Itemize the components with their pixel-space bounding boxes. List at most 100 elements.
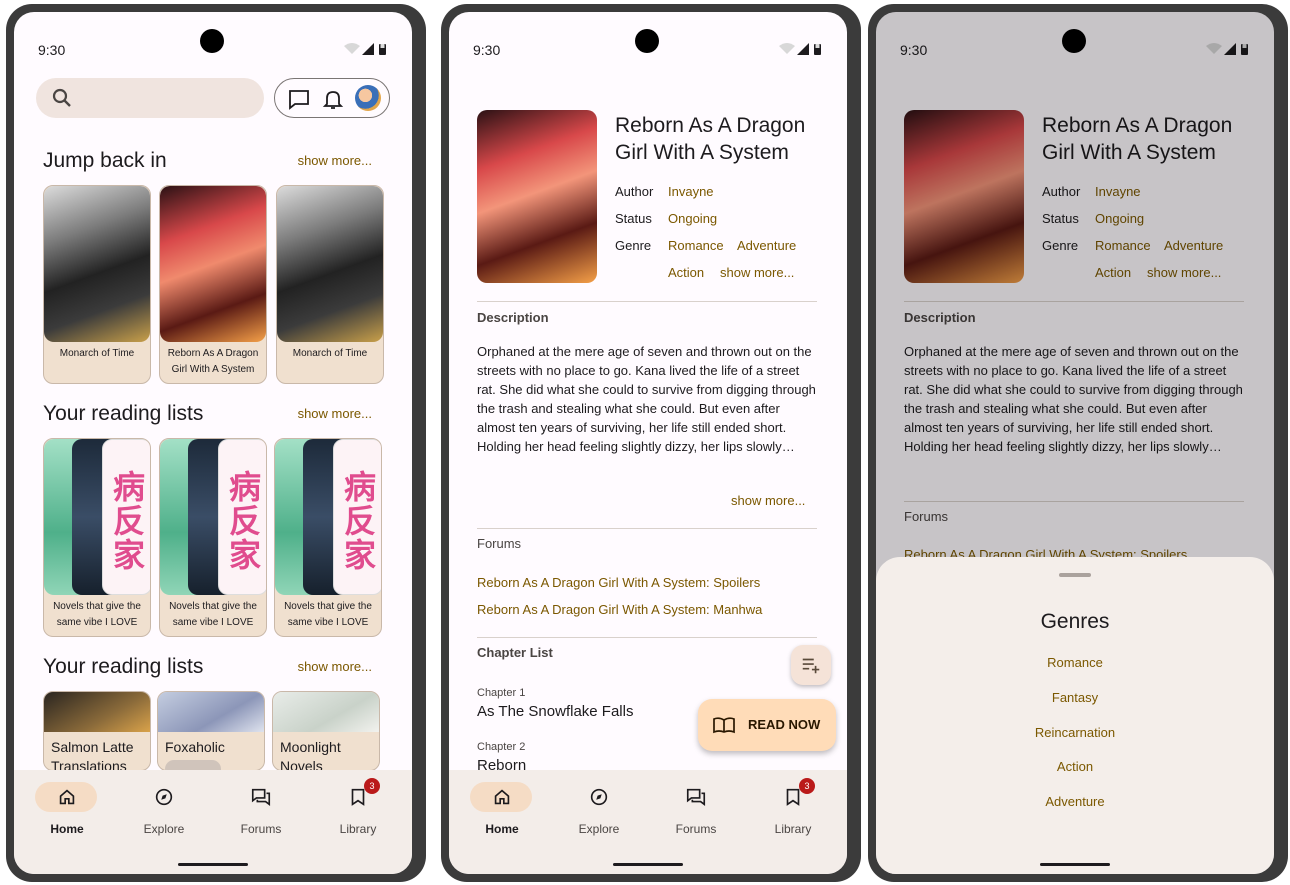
nav-library[interactable]: 3 Library (753, 778, 833, 842)
genre-chip-romance[interactable]: Romance (668, 238, 724, 253)
book-card[interactable]: Monarch of Time (276, 185, 384, 384)
divider (477, 637, 817, 638)
drag-handle[interactable] (1059, 573, 1091, 577)
bottom-navigation: Home Explore Forums 3 Library (14, 770, 412, 874)
divider (477, 528, 817, 529)
description-show-more-link[interactable]: show more... (731, 493, 805, 508)
status-bar: 9:30 (14, 12, 412, 72)
reading-list-caption: Novels that give the same vibe I LOVE (53, 601, 141, 628)
search-bar[interactable] (36, 78, 264, 118)
genre-option[interactable]: Fantasy (876, 690, 1274, 705)
nav-label: Home (50, 822, 84, 836)
read-now-button[interactable]: READ NOW (698, 699, 836, 751)
camera-cutout (200, 29, 224, 53)
forums-heading: Forums (477, 536, 522, 551)
nav-forums[interactable]: Forums (221, 782, 301, 842)
nav-home[interactable]: Home (462, 782, 542, 842)
nav-label: Forums (675, 822, 717, 836)
open-book-icon (713, 717, 735, 734)
jump-back-show-more-link[interactable]: show more... (298, 153, 372, 168)
book-cover (160, 186, 266, 342)
book-caption: Monarch of Time (292, 348, 368, 359)
description-body: Orphaned at the mere age of seven and th… (477, 344, 816, 435)
status-bar: 9:30 (449, 12, 847, 72)
reading-list-covers: 病反家 (160, 439, 266, 595)
reading-lists-2-show-more-link[interactable]: show more... (298, 659, 372, 674)
source-title: Foxaholic (165, 739, 225, 755)
genre-chip-action[interactable]: Action (668, 265, 704, 280)
phone-frame-home: 9:30 Jump back in show more... Monarch o… (6, 4, 426, 882)
chapter-number: Chapter 2 (477, 741, 526, 753)
source-image (158, 692, 264, 732)
home-icon (59, 789, 75, 805)
signal-battery-icon (344, 43, 386, 55)
avatar[interactable] (355, 85, 381, 111)
source-image (44, 692, 150, 732)
home-screen: 9:30 Jump back in show more... Monarch o… (14, 12, 412, 874)
book-cover (277, 186, 383, 342)
camera-cutout (635, 29, 659, 53)
nav-label: Forums (240, 822, 282, 836)
status-label: Status (615, 211, 652, 226)
chapter-list-heading: Chapter List (477, 645, 553, 660)
source-card[interactable]: Moonlight Novels (272, 691, 380, 771)
playlist-add-icon (802, 658, 820, 674)
description-heading: Description (477, 310, 549, 325)
description-text: Orphaned at the mere age of seven and th… (477, 342, 817, 456)
forum-link[interactable]: Reborn As A Dragon Girl With A System: M… (477, 602, 762, 617)
genres-bottom-sheet: Genres Romance Fantasy Reincarnation Act… (876, 557, 1274, 874)
nav-label: Explore (578, 822, 620, 836)
chapter-title[interactable]: As The Snowflake Falls (477, 703, 633, 720)
gesture-bar (1040, 863, 1110, 866)
forum-link[interactable]: Reborn As A Dragon Girl With A System: S… (477, 575, 760, 590)
status-time: 9:30 (38, 42, 66, 58)
reading-list-caption: Novels that give the same vibe I LOVE (169, 601, 257, 628)
description-tail: Holding her head feeling slightly dizzy,… (477, 439, 795, 454)
gesture-bar (178, 863, 248, 866)
book-cover (477, 110, 597, 283)
nav-explore[interactable]: Explore (124, 782, 204, 842)
nav-home[interactable]: Home (27, 782, 107, 842)
forum-icon (686, 788, 706, 806)
nav-library[interactable]: 3 Library (318, 778, 398, 842)
reading-list-covers: 病反家 (44, 439, 150, 595)
book-caption: Reborn As A Dragon Girl With A System (167, 348, 259, 375)
phone-frame-detail: 9:30 Reborn As A Dragon Girl With A Syst… (441, 4, 861, 882)
compass-icon (590, 788, 608, 806)
book-card[interactable]: Monarch of Time (43, 185, 151, 384)
genre-label: Genre (615, 238, 652, 253)
reading-list-caption: Novels that give the same vibe I LOVE (284, 601, 372, 628)
section-title-jump-back: Jump back in (43, 149, 167, 172)
reading-list-card[interactable]: 病反家 Novels that give the same vibe I LOV… (159, 438, 267, 637)
genre-option[interactable]: Reincarnation (876, 725, 1274, 740)
genre-option[interactable]: Action (876, 759, 1274, 774)
author-label: Author (615, 184, 654, 199)
nav-label: Explore (143, 822, 185, 836)
nav-label: Library (774, 822, 812, 836)
genre-show-more-link[interactable]: show more... (720, 265, 794, 280)
reading-list-card[interactable]: 病反家 Novels that give the same vibe I LOV… (43, 438, 151, 637)
genre-chip-adventure[interactable]: Adventure (737, 238, 796, 253)
source-card[interactable]: Foxaholic (157, 691, 265, 771)
notification-bell-icon[interactable] (321, 87, 345, 111)
status-time: 9:30 (473, 42, 501, 58)
nav-label: Library (339, 822, 377, 836)
book-card[interactable]: Reborn As A Dragon Girl With A System (159, 185, 267, 384)
reading-list-card[interactable]: 病反家 Novels that give the same vibe I LOV… (274, 438, 382, 637)
reading-list-covers: 病反家 (275, 439, 381, 595)
nav-forums[interactable]: Forums (656, 782, 736, 842)
message-icon[interactable] (287, 87, 311, 111)
author-link[interactable]: Invayne (668, 184, 714, 199)
book-cover (44, 186, 150, 342)
nav-explore[interactable]: Explore (559, 782, 639, 842)
genre-option[interactable]: Adventure (876, 794, 1274, 809)
source-card[interactable]: Salmon Latte Translations (43, 691, 151, 771)
forum-icon (251, 788, 271, 806)
section-title-reading-lists: Your reading lists (43, 402, 204, 425)
section-title-reading-lists-2: Your reading lists (43, 655, 204, 678)
reading-lists-show-more-link[interactable]: show more... (298, 406, 372, 421)
chapter-number: Chapter 1 (477, 687, 526, 699)
genre-option[interactable]: Romance (876, 655, 1274, 670)
home-icon (494, 789, 510, 805)
add-to-list-button[interactable] (791, 645, 831, 685)
